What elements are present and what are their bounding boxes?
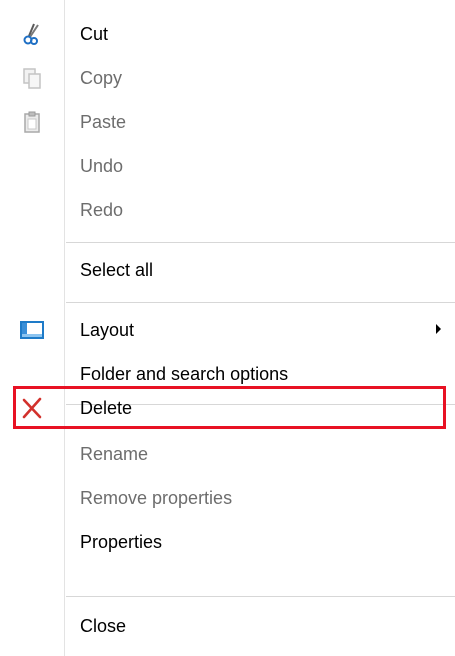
- delete-x-icon: [20, 396, 44, 420]
- menu-item-label: Rename: [80, 444, 149, 464]
- menu-item-label: Undo: [80, 156, 124, 176]
- menu-item-cut[interactable]: Cut: [0, 12, 455, 56]
- menu-item-label: Paste: [80, 112, 127, 132]
- menu-item-undo[interactable]: Undo: [0, 144, 455, 188]
- menu-item-redo[interactable]: Redo: [0, 188, 455, 232]
- layout-icon: [20, 318, 44, 342]
- menu-item-close[interactable]: Close: [0, 604, 455, 648]
- menu-item-label: Properties: [80, 532, 163, 552]
- menu-item-select-all[interactable]: Select all: [0, 248, 455, 292]
- menu-separator: [66, 596, 455, 597]
- context-menu: Cut Copy Paste Undo Redo Select all Layo…: [0, 0, 455, 656]
- menu-item-label: Redo: [80, 200, 124, 220]
- menu-separator: [66, 242, 455, 243]
- menu-item-remove-properties[interactable]: Remove properties: [0, 476, 455, 520]
- copy-icon: [20, 66, 44, 90]
- menu-item-delete[interactable]: Delete: [0, 386, 455, 430]
- menu-item-label: Delete: [80, 398, 133, 418]
- menu-item-layout[interactable]: Layout: [0, 308, 455, 352]
- menu-item-rename[interactable]: Rename: [0, 432, 455, 476]
- menu-item-label: Cut: [80, 24, 109, 44]
- menu-item-label: Copy: [80, 68, 123, 88]
- menu-item-label: Remove properties: [80, 488, 233, 508]
- menu-separator: [66, 302, 455, 303]
- menu-item-copy[interactable]: Copy: [0, 56, 455, 100]
- menu-item-paste[interactable]: Paste: [0, 100, 455, 144]
- menu-item-label: Select all: [80, 260, 154, 280]
- menu-item-label: Close: [80, 616, 127, 636]
- menu-item-properties[interactable]: Properties: [0, 520, 455, 564]
- menu-item-label: Layout: [80, 320, 135, 340]
- scissors-icon: [20, 22, 44, 46]
- paste-icon: [20, 110, 44, 134]
- submenu-arrow-icon: [436, 324, 441, 334]
